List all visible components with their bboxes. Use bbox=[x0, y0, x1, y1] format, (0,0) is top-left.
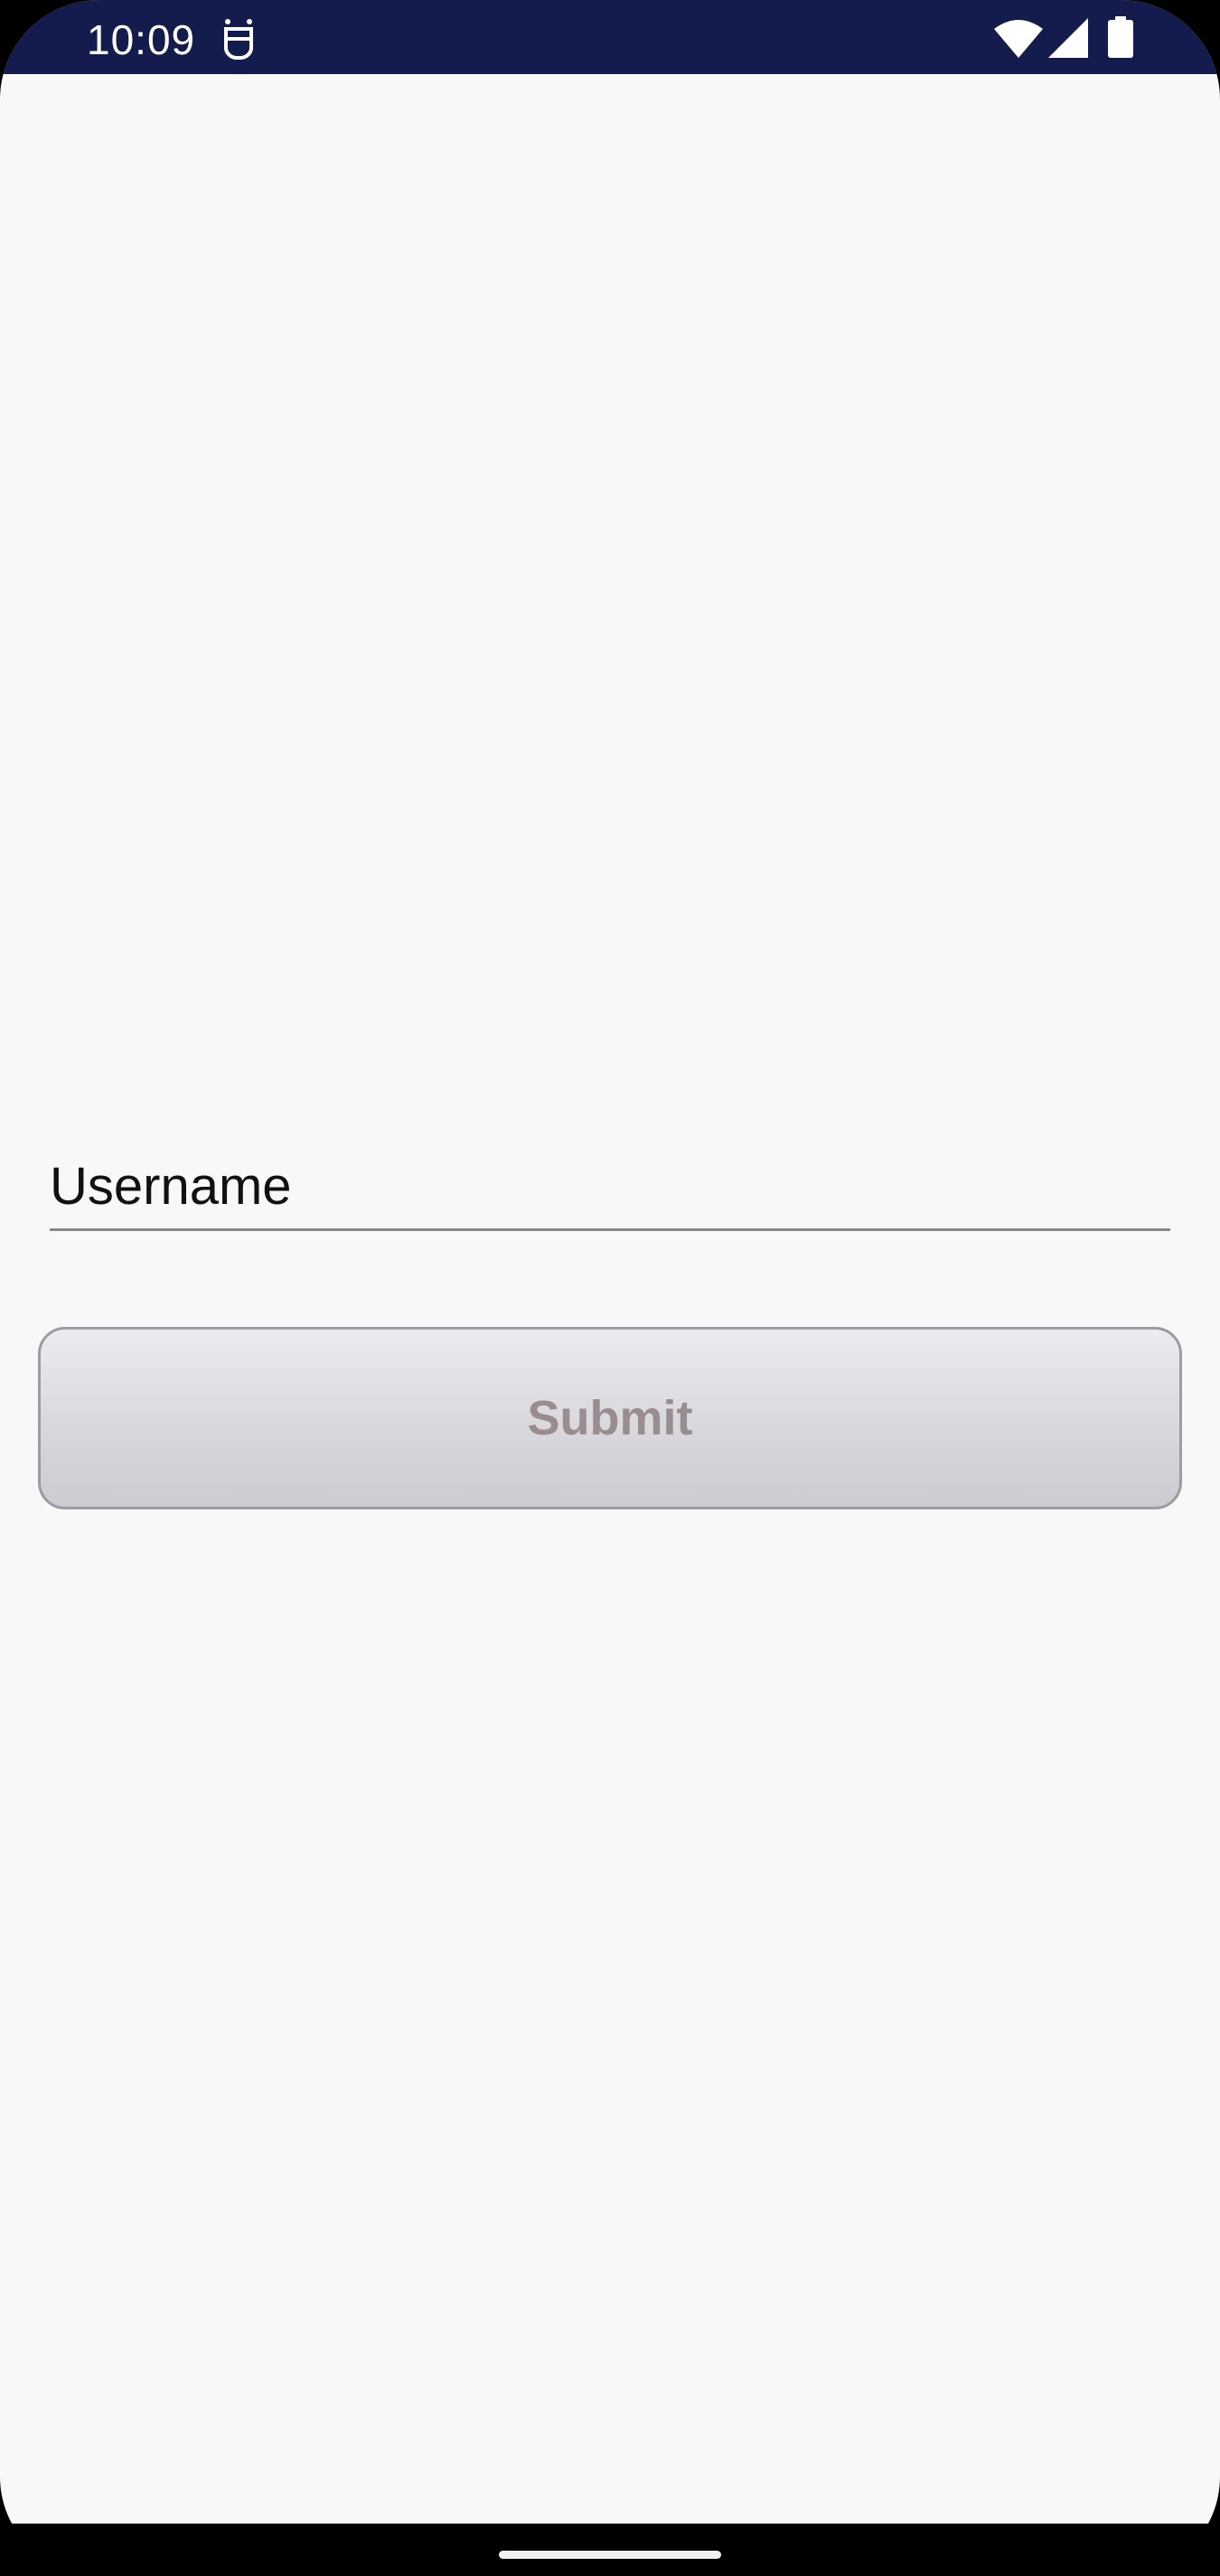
submit-button-label: Submit bbox=[527, 1391, 693, 1445]
username-placeholder: Username bbox=[50, 1157, 292, 1216]
signal-icon bbox=[1048, 18, 1088, 58]
main-content: Username Submit bbox=[0, 74, 1220, 2524]
submit-button[interactable]: Submit bbox=[38, 1327, 1182, 1509]
username-input[interactable]: Username bbox=[50, 1150, 1170, 1231]
app-screen: 10:09 Username Submit bbox=[0, 0, 1220, 2576]
wifi-icon bbox=[994, 20, 1043, 58]
battery-icon bbox=[1108, 16, 1133, 58]
phone-frame: 10:09 Username Submit bbox=[0, 0, 1220, 2576]
status-time: 10:09 bbox=[87, 16, 196, 63]
notification-icon bbox=[224, 19, 253, 60]
home-handle[interactable] bbox=[499, 2551, 721, 2559]
navigation-bar bbox=[0, 2524, 1220, 2576]
status-bar: 10:09 bbox=[0, 0, 1220, 74]
